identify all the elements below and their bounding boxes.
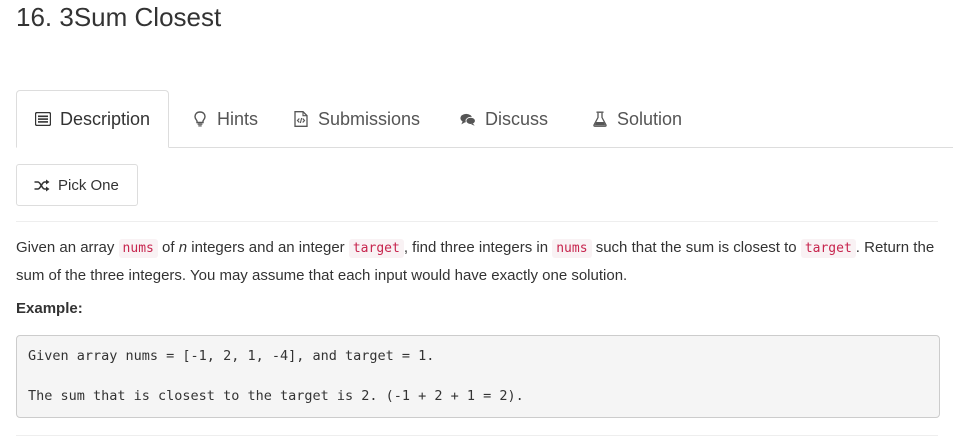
code-file-icon xyxy=(293,111,309,127)
page-title: 16. 3Sum Closest xyxy=(16,2,222,32)
tab-description-label: Description xyxy=(60,108,151,129)
tab-discuss[interactable]: Discuss xyxy=(460,90,548,148)
description-text: such that the sum is closest to xyxy=(591,239,801,256)
pick-one-label: Pick One xyxy=(58,176,119,194)
example-line-1: Given array nums = [-1, 2, 1, -4], and t… xyxy=(28,348,435,364)
pick-one-button[interactable]: Pick One xyxy=(16,164,138,206)
tab-solution-label: Solution xyxy=(617,108,683,129)
inline-code-target: target xyxy=(348,239,404,258)
example-blank-line xyxy=(28,366,928,386)
inline-code-nums: nums xyxy=(552,239,592,258)
example-line-2: The sum that is closest to the target is… xyxy=(28,388,524,404)
tab-description[interactable]: Description xyxy=(16,90,169,148)
bottom-divider xyxy=(16,435,938,436)
tab-discuss-label: Discuss xyxy=(485,108,549,129)
tab-submissions-label: Submissions xyxy=(318,108,421,129)
flask-icon xyxy=(592,111,608,127)
italic-n: n xyxy=(178,239,188,256)
tab-bar: Description Hints Submissions Discuss So… xyxy=(16,90,953,148)
content-divider xyxy=(16,221,938,222)
lightbulb-icon xyxy=(192,111,208,127)
shuffle-icon xyxy=(34,178,50,192)
description-text: integers and an integer xyxy=(187,239,349,256)
description-paragraph: Given an array nums of n integers and an… xyxy=(16,234,941,289)
example-heading: Example: xyxy=(16,300,83,317)
problem-page: 16. 3Sum Closest Description Hints Submi… xyxy=(0,0,953,442)
comments-icon xyxy=(460,111,476,127)
description-text: , find three integers in xyxy=(403,239,553,256)
problem-description: Given an array nums of n integers and an… xyxy=(16,234,941,289)
inline-code-nums: nums xyxy=(118,239,158,258)
description-text: of xyxy=(157,239,179,256)
tab-solution[interactable]: Solution xyxy=(592,90,682,148)
tab-submissions[interactable]: Submissions xyxy=(293,90,420,148)
tab-hints[interactable]: Hints xyxy=(192,90,258,148)
list-icon xyxy=(35,111,51,127)
inline-code-target: target xyxy=(800,239,856,258)
tab-hints-label: Hints xyxy=(217,108,259,129)
description-text: Given an array xyxy=(16,239,119,256)
example-code-block: Given array nums = [-1, 2, 1, -4], and t… xyxy=(16,335,940,418)
